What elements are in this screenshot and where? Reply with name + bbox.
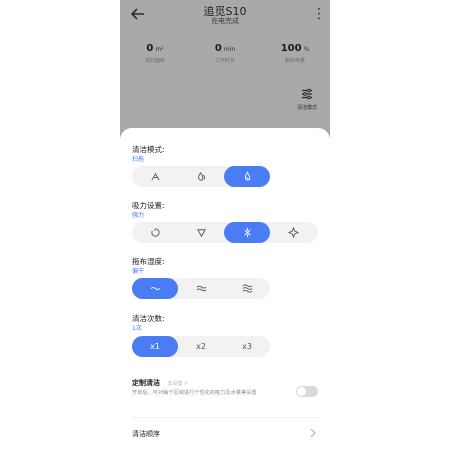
max-icon [287,227,299,238]
suction-selector [132,222,318,243]
top-bar: 追觅S10 充电完成 ⋮ [120,0,330,30]
passes-value: 1次 [132,325,142,332]
device-status: 充电完成 [211,17,239,25]
stat-area-value: 0 [146,43,154,54]
custom-clean-toggle[interactable] [296,386,318,397]
custom-clean-title: 定制清洁 [132,379,160,387]
suction-strong-option[interactable] [224,222,270,243]
more-options-icon[interactable]: ⋮ [312,6,326,22]
stat-time-value: 0 [214,43,222,54]
passes-selector: x1 x2 x3 [132,336,270,357]
stat-battery-value: 100 [280,43,302,54]
clean-mode-side-button[interactable]: 清洁模式 [292,84,322,114]
mop-option[interactable] [178,166,224,187]
stat-time: 0 min 工作时长 [195,36,255,66]
toggle-knob [297,387,306,396]
stat-time-unit: min [223,46,236,53]
humidity-value: 偏干 [132,268,145,275]
passes-x2-option[interactable]: x2 [178,336,224,357]
stat-battery-unit: % [303,46,310,53]
stat-time-label: 工作时长 [214,58,235,64]
strong-icon [243,227,251,238]
passes-x3-option[interactable]: x3 [224,336,270,357]
humidity-dry-option[interactable] [132,278,178,299]
suction-max-option[interactable] [270,222,316,243]
stat-area: 0 m² 清扫面积 [125,36,185,66]
suction-quiet-option[interactable] [132,222,178,243]
clean-mode-side-label: 清洁模式 [296,105,317,111]
dry-icon [150,287,160,290]
standard-icon [196,229,206,238]
sweep-mop-icon [244,171,250,181]
phone-screen: 追觅S10 充电完成 ⋮ 0 m² 清扫面积 0 min 工作时长 100% 剩余电… [120,0,330,450]
chevron-right-icon [308,427,318,439]
clean-mode-value: 扫拖 [132,156,145,163]
wet-icon [242,284,252,293]
custom-clean-description: 开启后，可对每个区域进行个性化的吸力及水量等设置 [132,390,257,396]
settings-sheet: 清洁模式: 扫拖 吸力设置: 强力 拖布湿度: 偏干 清洁次数: 1次 x1 x… [120,128,330,450]
stat-area-label: 清扫面积 [144,58,165,64]
sweep-icon [150,172,160,181]
clean-order-label: 清洁顺序 [132,430,160,438]
humidity-moist-option[interactable] [178,278,224,299]
quiet-icon [150,228,160,237]
stat-battery-label: 剩余电量 [284,58,305,64]
divider [132,417,318,418]
humidity-selector [132,278,270,299]
moist-icon [196,285,206,292]
mop-icon [197,171,205,181]
passes-x1-option[interactable]: x1 [132,336,178,357]
stats-row: 0 m² 清扫面积 0 min 工作时长 100% 剩余电量 [120,36,330,66]
suction-standard-option[interactable] [178,222,224,243]
custom-clean-row: 定制清洁 去设置 > [132,378,188,388]
sliders-icon [300,86,314,100]
sweep-option[interactable] [132,166,178,187]
stat-battery: 100% 剩余电量 [265,36,325,66]
stat-area-unit: m² [155,46,164,53]
sweep-mop-option[interactable] [224,166,270,187]
humidity-wet-option[interactable] [224,278,270,299]
clean-mode-selector [132,166,270,187]
custom-clean-settings-link[interactable]: 去设置 > [167,381,188,387]
clean-order-row[interactable]: 清洁顺序 [132,427,318,441]
suction-value: 强力 [132,212,145,219]
